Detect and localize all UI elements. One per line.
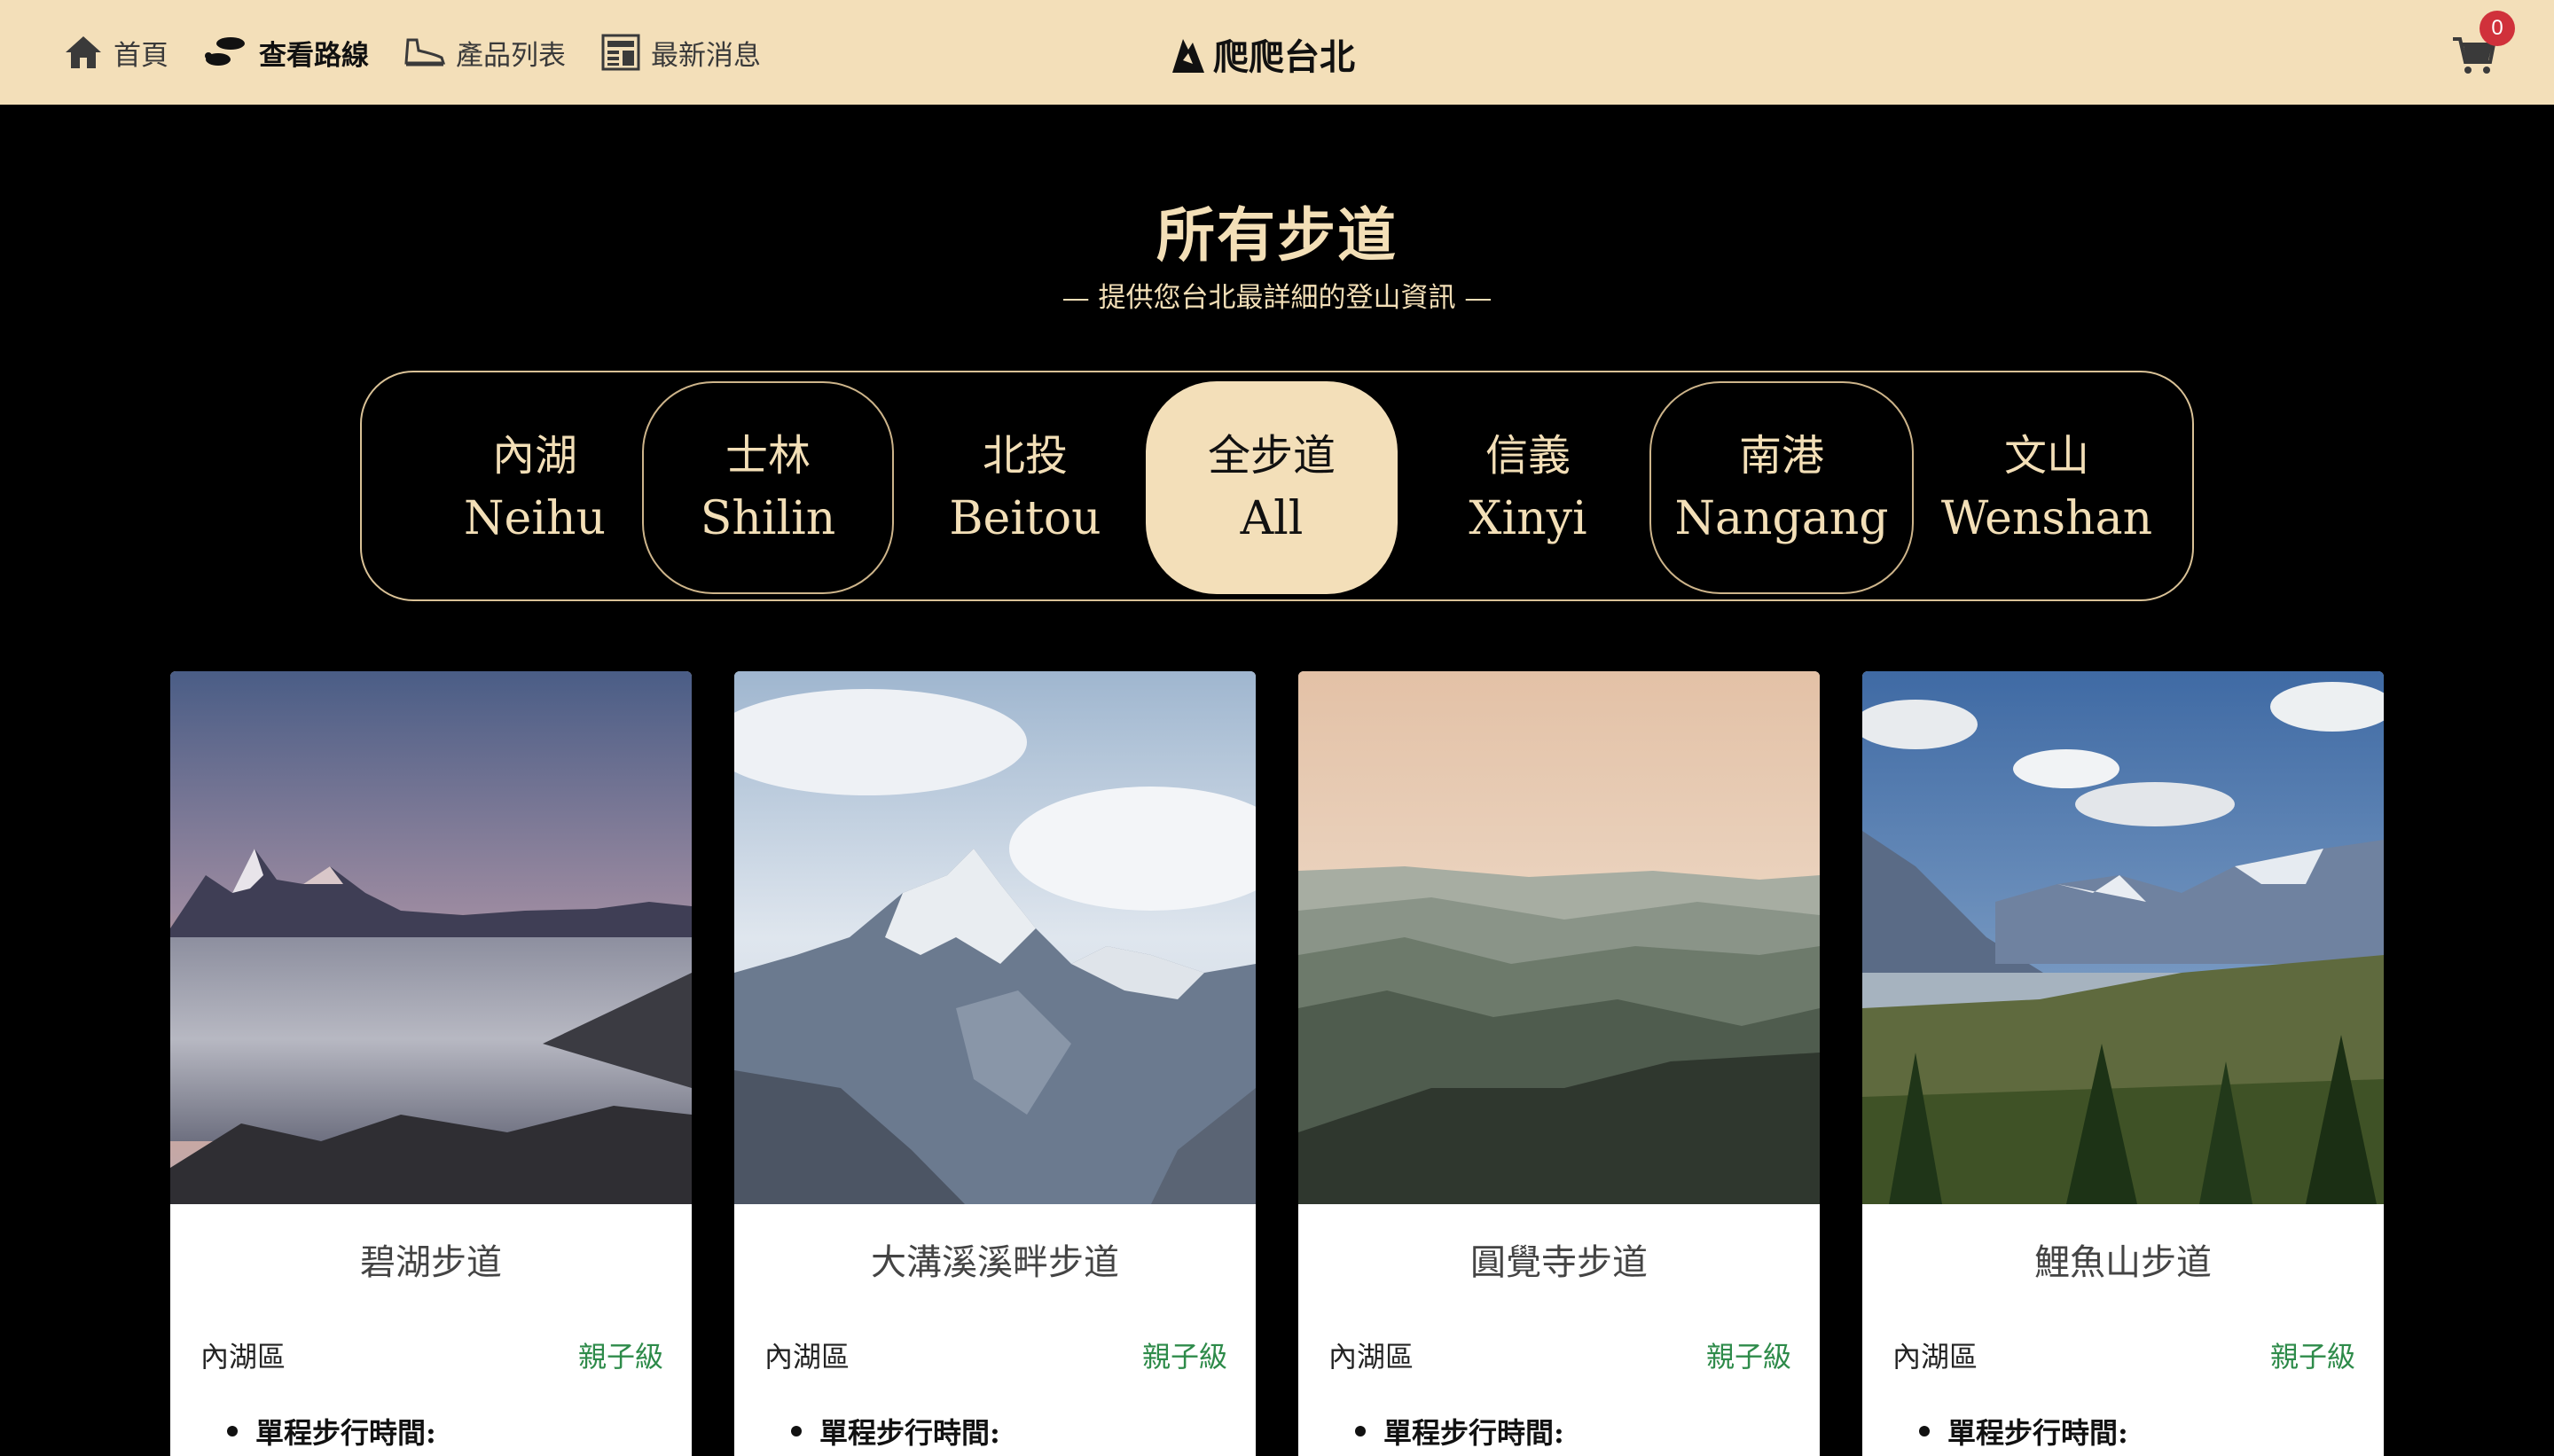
trail-card[interactable]: 碧湖步道 內湖區 親子級 單程步行時間: <box>170 671 692 1456</box>
trail-photo <box>170 671 692 1204</box>
filter-zh-label: 內湖 <box>491 431 577 481</box>
bullet-icon <box>1355 1426 1366 1436</box>
bullet-icon <box>1919 1426 1930 1436</box>
trail-info-item: 單程步行時間: <box>764 1411 1000 1452</box>
filter-all[interactable]: 全步道 All <box>1146 381 1398 594</box>
nav-products[interactable]: 產品列表 <box>404 33 566 73</box>
trail-title: 大溝溪溪畔步道 <box>871 1242 1119 1283</box>
trail-level: 親子級 <box>1141 1340 1227 1374</box>
trail-level: 親子級 <box>577 1340 663 1374</box>
sneaker-icon <box>404 38 445 67</box>
trail-info-label: 單程步行時間: <box>1947 1416 2128 1450</box>
filter-zh-label: 信義 <box>1485 431 1571 481</box>
trail-title: 碧湖步道 <box>360 1242 502 1283</box>
page-title: 所有步道 <box>1156 200 1398 270</box>
trail-photo <box>1298 671 1820 1204</box>
trail-district: 內湖區 <box>764 1340 850 1374</box>
filter-zh-label: 南港 <box>1738 431 1824 481</box>
trail-info-label: 單程步行時間: <box>819 1416 1000 1450</box>
mountain-logo-icon <box>1172 39 1204 73</box>
nav-news-label: 最新消息 <box>651 39 761 72</box>
trail-card[interactable]: 圓覺寺步道 內湖區 親子級 單程步行時間: <box>1298 671 1820 1456</box>
filter-zh-label: 文山 <box>2003 431 2089 481</box>
footprints-icon <box>205 37 245 66</box>
nav-products-label: 產品列表 <box>456 39 566 72</box>
filter-en-label: Shilin <box>700 492 836 545</box>
filter-en-label: Wenshan <box>1940 492 2153 545</box>
brand-name: 爬爬台北 <box>1213 36 1355 78</box>
filter-shilin[interactable]: 士林 Shilin <box>642 381 894 594</box>
filter-xinyi[interactable]: 信義 Xinyi <box>1417 381 1639 594</box>
trail-card[interactable]: 大溝溪溪畔步道 內湖區 親子級 單程步行時間: <box>734 671 1256 1456</box>
trail-district: 內湖區 <box>1892 1340 1978 1374</box>
trail-info-label: 單程步行時間: <box>1383 1416 1564 1450</box>
page-subtitle: — 提供您台北最詳細的登山資訊 — <box>1062 282 1492 314</box>
trail-info-label: 單程步行時間: <box>255 1416 436 1450</box>
trail-card[interactable]: 鯉魚山步道 內湖區 親子級 單程步行時間: <box>1862 671 2384 1456</box>
trail-district: 內湖區 <box>200 1340 286 1374</box>
nav-routes[interactable]: 查看路線 <box>204 33 369 73</box>
filter-en-label: Neihu <box>464 492 606 545</box>
filter-en-label: Nangang <box>1674 492 1889 545</box>
filter-zh-label: 北投 <box>982 431 1068 481</box>
home-icon <box>66 36 101 68</box>
nav-news[interactable]: 最新消息 <box>601 33 761 73</box>
bullet-icon <box>227 1426 238 1436</box>
nav-home-label: 首頁 <box>114 39 168 72</box>
trail-district: 內湖區 <box>1328 1340 1414 1374</box>
trail-info-item: 單程步行時間: <box>200 1411 436 1452</box>
trail-photo <box>734 671 1256 1204</box>
trail-title: 鯉魚山步道 <box>2034 1242 2212 1283</box>
top-navbar: 首頁 查看路線 產品列表 最新消息 爬爬台北 0 <box>0 0 2554 105</box>
nav-routes-label: 查看路線 <box>259 39 369 72</box>
cart-count-badge: 0 <box>2480 11 2515 46</box>
filter-en-label: Beitou <box>949 492 1101 545</box>
filter-zh-label: 士林 <box>725 431 811 481</box>
bullet-icon <box>791 1426 802 1436</box>
filter-zh-label: 全步道 <box>1207 431 1336 481</box>
trail-level: 親子級 <box>1705 1340 1791 1374</box>
newspaper-icon <box>601 34 640 71</box>
filter-nangang[interactable]: 南港 Nangang <box>1649 381 1914 594</box>
brand-logo[interactable]: 爬爬台北 <box>1169 28 1355 80</box>
nav-home[interactable]: 首頁 <box>64 33 168 73</box>
trail-title: 圓覺寺步道 <box>1470 1242 1648 1283</box>
filter-en-label: Xinyi <box>1469 492 1587 545</box>
filter-neihu[interactable]: 內湖 Neihu <box>424 381 646 594</box>
filter-wenshan[interactable]: 文山 Wenshan <box>1928 381 2166 594</box>
nav-links: 首頁 查看路線 產品列表 最新消息 <box>64 0 796 105</box>
trail-level: 親子級 <box>2269 1340 2355 1374</box>
district-filter-bar: 內湖 Neihu 士林 Shilin 北投 Beitou 全步道 All 信義 … <box>360 371 2194 601</box>
trail-info-item: 單程步行時間: <box>1328 1411 1564 1452</box>
filter-en-label: All <box>1240 492 1304 545</box>
filter-beitou[interactable]: 北投 Beitou <box>912 381 1139 594</box>
trail-photo <box>1862 671 2384 1204</box>
trail-info-item: 單程步行時間: <box>1892 1411 2128 1452</box>
